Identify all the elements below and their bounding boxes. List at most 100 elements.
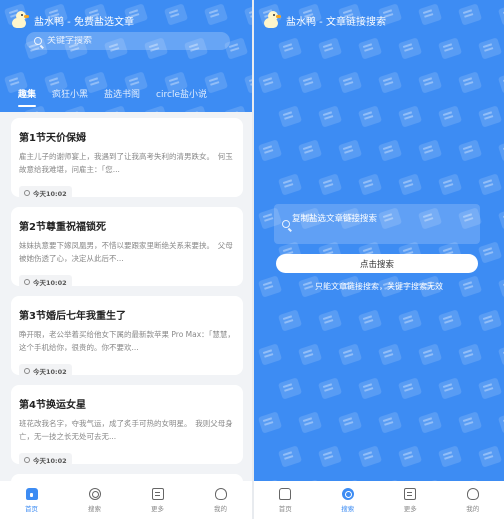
tab-fengkuang-xiaohei[interactable]: 疯狂小黑 [44, 87, 96, 100]
pattern-tile [297, 71, 323, 94]
nav-home[interactable]: 首页 [7, 487, 57, 513]
pattern-tile [377, 411, 403, 434]
pattern-tile [277, 37, 303, 60]
pattern-tile [417, 343, 443, 366]
tab-quji[interactable]: 趣集 [0, 87, 44, 107]
pattern-tile [477, 309, 503, 332]
article-card[interactable]: 第1节天价保姆 雇主儿子的谢师宴上，我遇到了让我高考失利的清男跌女。 何玉故意给… [11, 118, 243, 199]
search-icon [34, 37, 42, 45]
nav-more[interactable]: 更多 [385, 487, 435, 513]
nav-search[interactable]: 搜索 [323, 487, 373, 513]
pattern-tile [377, 139, 403, 162]
pattern-tile [357, 173, 383, 196]
pattern-tile [437, 309, 463, 332]
home-icon [279, 487, 292, 500]
pattern-tile [297, 139, 323, 162]
category-tabs: 趣集 疯狂小黑 盐选书阁 circle盐小说 [0, 82, 252, 107]
pattern-tile [337, 139, 363, 162]
article-excerpt: 雇主儿子的谢师宴上，我遇到了让我高考失利的清男跌女。 何玉故意给我难堪，问雇主：… [19, 152, 233, 174]
pattern-tile [143, 105, 169, 112]
link-search-box[interactable] [274, 204, 480, 244]
pattern-tile [277, 173, 303, 196]
pattern-tile [257, 411, 283, 434]
nav-label: 我的 [214, 504, 227, 513]
keyword-search-input[interactable] [47, 36, 207, 46]
search-hint: 只能文章链接搜索，关键字搜索无效 [315, 282, 443, 291]
pattern-tile [437, 445, 463, 468]
duck-logo-icon [10, 11, 29, 29]
pattern-tile [457, 411, 483, 434]
nav-mine[interactable]: 我的 [448, 487, 498, 513]
nav-home[interactable]: 首页 [260, 487, 310, 513]
clock-icon [24, 456, 30, 463]
pattern-tile [477, 173, 503, 196]
pattern-tile [297, 343, 323, 366]
article-time: 今天10:02 [33, 367, 67, 376]
search-icon [282, 220, 290, 228]
article-time: 今天10:02 [33, 278, 67, 287]
tab-circle-yan-xiaoshuo[interactable]: circle盐小说 [148, 87, 215, 100]
article-title: 第2节尊重祝福锁死 [19, 222, 106, 233]
pattern-tile [377, 71, 403, 94]
pattern-tile [477, 377, 503, 400]
pattern-tile [497, 207, 504, 230]
pattern-tile [437, 37, 463, 60]
pattern-tile [277, 377, 303, 400]
pattern-tile [417, 411, 443, 434]
link-search-input[interactable] [292, 212, 472, 236]
pattern-tile [457, 3, 483, 26]
clock-icon [24, 189, 30, 196]
pattern-tile [317, 173, 343, 196]
nav-label: 首页 [278, 504, 292, 513]
article-card[interactable]: 第2节尊重祝福锁死 妹妹执意要下嫁凤凰男，不惜以要跟家里断绝关系来要挟。 父母被… [11, 207, 243, 288]
pattern-tile [377, 343, 403, 366]
more-icon [151, 487, 164, 500]
nav-label: 更多 [151, 504, 164, 513]
nav-more[interactable]: 更多 [133, 487, 183, 513]
header-banner: 盐水鸭 - 免费盐选文章 趣集 疯狂小黑 盐选书阁 circle盐小说 [0, 0, 252, 112]
pattern-tile [223, 105, 249, 112]
pattern-tile [477, 37, 503, 60]
tab-yanxuan-shuge[interactable]: 盐选书阁 [96, 87, 148, 100]
pattern-tile [497, 343, 504, 366]
pattern-tile [337, 411, 363, 434]
duck-logo-icon [262, 11, 281, 29]
pattern-tile [357, 445, 383, 468]
pattern-tile [397, 309, 423, 332]
nav-search[interactable]: 搜索 [70, 487, 120, 513]
keyword-search-bar[interactable] [26, 32, 230, 50]
pattern-tile [277, 445, 303, 468]
pattern-tile [277, 105, 303, 128]
nav-label: 更多 [403, 504, 417, 513]
app-titlebar: 盐水鸭 - 文章链接搜索 [262, 10, 386, 30]
pattern-tile [397, 105, 423, 128]
pattern-tile [477, 445, 503, 468]
pattern-tile [397, 377, 423, 400]
pattern-tile [357, 105, 383, 128]
app-title: 盐水鸭 - 文章链接搜索 [286, 16, 386, 28]
pattern-tile [357, 309, 383, 332]
search-button[interactable]: 点击搜索 [276, 254, 478, 273]
nav-label: 首页 [25, 504, 38, 513]
article-time-badge: 今天10:02 [19, 275, 72, 288]
pattern-tile [277, 309, 303, 332]
pattern-tile [497, 139, 504, 162]
pattern-tile [457, 71, 483, 94]
pattern-tile [477, 105, 503, 128]
nav-mine[interactable]: 我的 [196, 487, 246, 513]
pattern-tile [497, 411, 504, 434]
article-title: 第3节婚后七年我重生了 [19, 311, 126, 322]
nav-label: 搜索 [88, 504, 101, 513]
search-icon [341, 487, 354, 500]
article-card[interactable]: 第3节婚后七年我重生了 睁开眼，老公举着买给他女下属的最新款苹果 Pro Max… [11, 296, 243, 377]
pattern-tile [457, 139, 483, 162]
pattern-tile [437, 377, 463, 400]
pattern-tile [317, 445, 343, 468]
pattern-tile [417, 139, 443, 162]
pattern-tile [257, 343, 283, 366]
article-title: 第1节天价保姆 [19, 133, 86, 144]
article-card[interactable]: 第4节换运女星 班花改我名字，夺我气运，成了炙手可热的女明星。 我则父母身亡，无… [11, 385, 243, 466]
article-time-badge: 今天10:02 [19, 186, 72, 199]
pattern-tile [417, 71, 443, 94]
pattern-tile [417, 3, 443, 26]
